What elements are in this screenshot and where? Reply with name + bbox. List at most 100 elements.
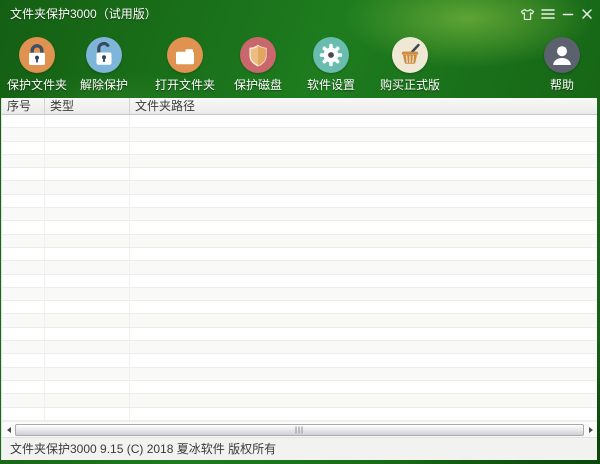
table-row[interactable] — [2, 235, 597, 248]
protect-disk-button[interactable]: 保护磁盘 — [220, 28, 296, 98]
software-settings-button[interactable]: 软件设置 — [293, 28, 369, 98]
person-icon — [544, 37, 580, 73]
column-header-path[interactable]: 文件夹路径 — [130, 98, 597, 114]
cell-index — [2, 394, 45, 406]
cell-index — [2, 381, 45, 393]
toolbar: 保护文件夹 解除保护 打开文件夹 保护磁盘 — [0, 28, 600, 98]
basket-icon — [392, 37, 428, 73]
cell-type — [45, 301, 130, 313]
cell-type — [45, 195, 130, 207]
table-row[interactable] — [2, 248, 597, 261]
cell-index — [2, 354, 45, 366]
gear-icon — [313, 37, 349, 73]
table-row[interactable] — [2, 275, 597, 288]
cell-type — [45, 142, 130, 154]
cell-index — [2, 115, 45, 127]
cell-path — [130, 128, 597, 140]
lock-closed-icon — [19, 37, 55, 73]
window-title: 文件夹保护3000（试用版） — [10, 0, 157, 28]
cell-path — [130, 381, 597, 393]
cell-path — [130, 394, 597, 406]
cell-type — [45, 235, 130, 247]
table-row[interactable] — [2, 181, 597, 194]
remove-protection-button[interactable]: 解除保护 — [66, 28, 142, 98]
close-button[interactable] — [577, 0, 597, 28]
cell-index — [2, 261, 45, 273]
table-body[interactable] — [2, 115, 597, 421]
scroll-left-button[interactable] — [2, 422, 15, 438]
lock-open-icon — [86, 37, 122, 73]
cell-type — [45, 328, 130, 340]
titlebar[interactable]: 文件夹保护3000（试用版） — [0, 0, 600, 28]
toolbar-label: 保护文件夹 — [7, 76, 67, 93]
cell-type — [45, 368, 130, 380]
cell-path — [130, 195, 597, 207]
cell-index — [2, 368, 45, 380]
cell-type — [45, 408, 130, 420]
cell-index — [2, 181, 45, 193]
table-row[interactable] — [2, 208, 597, 221]
table-row[interactable] — [2, 394, 597, 407]
cell-path — [130, 328, 597, 340]
toolbar-label: 帮助 — [550, 76, 574, 93]
table-row[interactable] — [2, 115, 597, 128]
cell-path — [130, 235, 597, 247]
table-row[interactable] — [2, 168, 597, 181]
close-icon — [581, 8, 593, 20]
table-row[interactable] — [2, 301, 597, 314]
list-view: 序号 类型 文件夹路径 文件夹保护3000 9.15 (C) 2018 夏冰软件… — [1, 98, 597, 460]
cell-type — [45, 181, 130, 193]
cell-index — [2, 328, 45, 340]
scroll-right-button[interactable] — [584, 422, 597, 438]
cell-index — [2, 128, 45, 140]
cell-type — [45, 288, 130, 300]
tshirt-icon — [520, 7, 535, 22]
table-row[interactable] — [2, 328, 597, 341]
table-header: 序号 类型 文件夹路径 — [2, 98, 597, 115]
cell-path — [130, 275, 597, 287]
column-header-index[interactable]: 序号 — [2, 98, 45, 114]
cell-path — [130, 181, 597, 193]
change-skin-button[interactable] — [517, 0, 537, 28]
minimize-button[interactable] — [558, 0, 578, 28]
column-header-type[interactable]: 类型 — [45, 98, 130, 114]
table-row[interactable] — [2, 155, 597, 168]
table-row[interactable] — [2, 288, 597, 301]
cell-type — [45, 275, 130, 287]
cell-index — [2, 408, 45, 420]
cell-path — [130, 288, 597, 300]
horizontal-scrollbar[interactable] — [2, 421, 597, 437]
table-row[interactable] — [2, 195, 597, 208]
table-row[interactable] — [2, 354, 597, 367]
scrollbar-thumb[interactable] — [15, 424, 584, 437]
cell-type — [45, 394, 130, 406]
cell-index — [2, 155, 45, 167]
main-menu-button[interactable] — [538, 0, 558, 28]
cell-type — [45, 168, 130, 180]
cell-index — [2, 221, 45, 233]
table-row[interactable] — [2, 261, 597, 274]
open-folder-button[interactable]: 打开文件夹 — [147, 28, 223, 98]
table-row[interactable] — [2, 341, 597, 354]
cell-type — [45, 261, 130, 273]
arrow-left-icon — [7, 427, 11, 433]
cell-index — [2, 301, 45, 313]
protect-folder-button[interactable]: 保护文件夹 — [0, 28, 75, 98]
cell-path — [130, 115, 597, 127]
table-row[interactable] — [2, 381, 597, 394]
table-row[interactable] — [2, 368, 597, 381]
help-button[interactable]: 帮助 — [524, 28, 600, 98]
table-row[interactable] — [2, 314, 597, 327]
cell-path — [130, 221, 597, 233]
scrollbar-grip-icon — [295, 426, 304, 433]
table-row[interactable] — [2, 408, 597, 421]
table-row[interactable] — [2, 128, 597, 141]
cell-path — [130, 314, 597, 326]
buy-full-version-button[interactable]: 购买正式版 — [372, 28, 448, 98]
cell-type — [45, 341, 130, 353]
folder-icon — [167, 37, 203, 73]
status-bar: 文件夹保护3000 9.15 (C) 2018 夏冰软件 版权所有 — [2, 437, 597, 460]
cell-path — [130, 408, 597, 420]
table-row[interactable] — [2, 142, 597, 155]
table-row[interactable] — [2, 221, 597, 234]
